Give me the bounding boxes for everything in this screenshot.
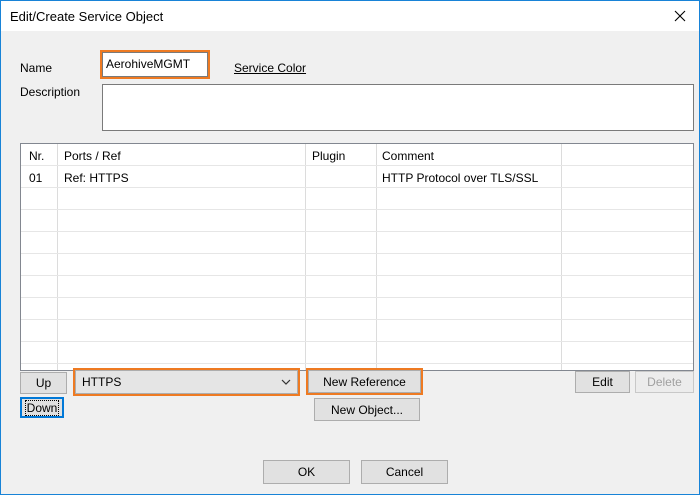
service-color-link[interactable]: Service Color	[234, 61, 306, 75]
ok-button[interactable]: OK	[263, 460, 350, 484]
down-button-label: Down	[24, 399, 60, 416]
column-header-ports-ref[interactable]: Ports / Ref	[64, 149, 121, 163]
column-header-comment[interactable]: Comment	[382, 149, 434, 163]
cancel-button[interactable]: Cancel	[361, 460, 448, 484]
row-comment: HTTP Protocol over TLS/SSL	[382, 171, 539, 185]
empty-row	[21, 342, 693, 364]
name-input[interactable]: AerohiveMGMT	[100, 50, 210, 79]
new-object-button[interactable]: New Object...	[314, 398, 420, 421]
description-label: Description	[20, 85, 81, 99]
new-reference-button[interactable]: New Reference	[306, 368, 423, 395]
empty-row	[21, 210, 693, 232]
row-nr: 01	[29, 171, 43, 185]
service-object-dialog: Edit/Create Service Object Name Aerohive…	[0, 0, 700, 495]
column-header-nr[interactable]: Nr.	[29, 149, 44, 163]
empty-row	[21, 298, 693, 320]
delete-button[interactable]: Delete	[635, 371, 694, 393]
empty-row	[21, 254, 693, 276]
reference-select-value: HTTPS	[82, 375, 122, 389]
reference-select[interactable]: HTTPS	[73, 368, 300, 396]
close-button[interactable]	[661, 1, 699, 31]
down-button[interactable]: Down	[20, 397, 64, 418]
service-table: Nr. Ports / Ref Plugin Comment 01 Ref: H…	[20, 143, 694, 371]
close-icon	[674, 10, 686, 22]
empty-row	[21, 188, 693, 210]
row-ref: Ref: HTTPS	[64, 171, 129, 185]
description-input[interactable]	[102, 84, 694, 131]
empty-row	[21, 232, 693, 254]
table-header: Nr. Ports / Ref Plugin Comment	[21, 144, 693, 166]
window-title: Edit/Create Service Object	[10, 9, 164, 24]
title-bar: Edit/Create Service Object	[1, 1, 699, 31]
edit-button[interactable]: Edit	[575, 371, 630, 393]
column-header-plugin[interactable]: Plugin	[312, 149, 345, 163]
empty-row	[21, 276, 693, 298]
table-row[interactable]: 01 Ref: HTTPS HTTP Protocol over TLS/SSL	[21, 166, 693, 188]
empty-row	[21, 320, 693, 342]
up-button[interactable]: Up	[20, 372, 67, 394]
chevron-down-icon	[281, 379, 291, 385]
name-label: Name	[20, 61, 53, 75]
